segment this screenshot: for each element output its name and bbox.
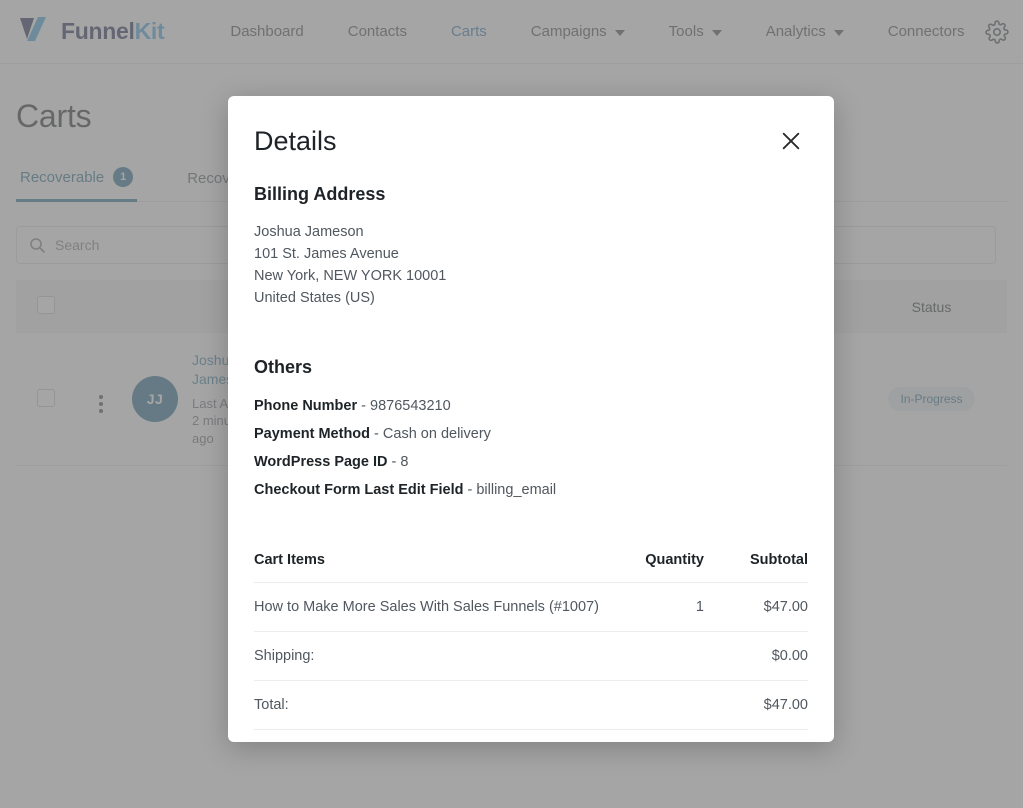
- cart-shipping-row: Shipping: $0.00: [254, 631, 808, 681]
- cart-header-quantity: Quantity: [608, 552, 704, 583]
- cart-item-subtotal: $47.00: [704, 582, 808, 632]
- others-field-label: Checkout Form Last Edit Field: [254, 482, 464, 498]
- others-fields: Phone Number - 9876543210 Payment Method…: [254, 392, 808, 504]
- cart-total-label: Total:: [254, 680, 608, 730]
- others-field-row: Payment Method - Cash on delivery: [254, 420, 808, 448]
- cart-items-table: Cart Items Quantity Subtotal How to Make…: [254, 552, 808, 730]
- modal-close-button[interactable]: [774, 124, 808, 158]
- details-modal: Details Billing Address Joshua Jameson 1…: [228, 96, 834, 742]
- others-field-row: WordPress Page ID - 8: [254, 448, 808, 476]
- billing-address-block: Joshua Jameson 101 St. James Avenue New …: [254, 221, 808, 309]
- cart-header-subtotal: Subtotal: [704, 552, 808, 583]
- billing-address-line: Joshua Jameson: [254, 224, 364, 240]
- cart-item-quantity: 1: [608, 582, 704, 632]
- billing-address-line: United States (US): [254, 290, 375, 306]
- others-field-value: 8: [400, 454, 409, 470]
- modal-header: Details: [254, 96, 808, 158]
- cart-item-name: How to Make More Sales With Sales Funnel…: [254, 582, 608, 632]
- cart-shipping-amount: $0.00: [704, 631, 808, 681]
- billing-address-line: 101 St. James Avenue: [254, 246, 399, 262]
- cart-total-quantity: [608, 680, 704, 730]
- close-icon: [782, 132, 800, 150]
- cart-header-row: Cart Items Quantity Subtotal: [254, 552, 808, 583]
- others-field-separator: -: [374, 426, 383, 442]
- others-field-label: Phone Number: [254, 398, 358, 414]
- cart-total-row: Total: $47.00: [254, 680, 808, 730]
- cart-items-body: How to Make More Sales With Sales Funnel…: [254, 582, 808, 730]
- cart-item-row: How to Make More Sales With Sales Funnel…: [254, 582, 808, 632]
- others-heading: Others: [254, 357, 313, 377]
- others-field-label: WordPress Page ID: [254, 454, 388, 470]
- modal-title: Details: [254, 125, 337, 156]
- others-field-row: Checkout Form Last Edit Field - billing_…: [254, 476, 808, 504]
- others-field-row: Phone Number - 9876543210: [254, 392, 808, 420]
- cart-header-items: Cart Items: [254, 552, 608, 583]
- others-field-label: Payment Method: [254, 426, 371, 442]
- cart-items-header: Cart Items Quantity Subtotal: [254, 552, 808, 583]
- others-field-value: billing_email: [476, 482, 557, 498]
- others-field-value: Cash on delivery: [382, 426, 491, 442]
- cart-shipping-quantity: [608, 631, 704, 681]
- billing-address-heading: Billing Address: [254, 184, 386, 204]
- cart-total-amount: $47.00: [704, 680, 808, 730]
- billing-address-line: New York, NEW YORK 10001: [254, 268, 447, 284]
- others-field-value: 9876543210: [370, 398, 451, 414]
- cart-shipping-label: Shipping:: [254, 631, 608, 681]
- others-field-separator: -: [361, 398, 371, 414]
